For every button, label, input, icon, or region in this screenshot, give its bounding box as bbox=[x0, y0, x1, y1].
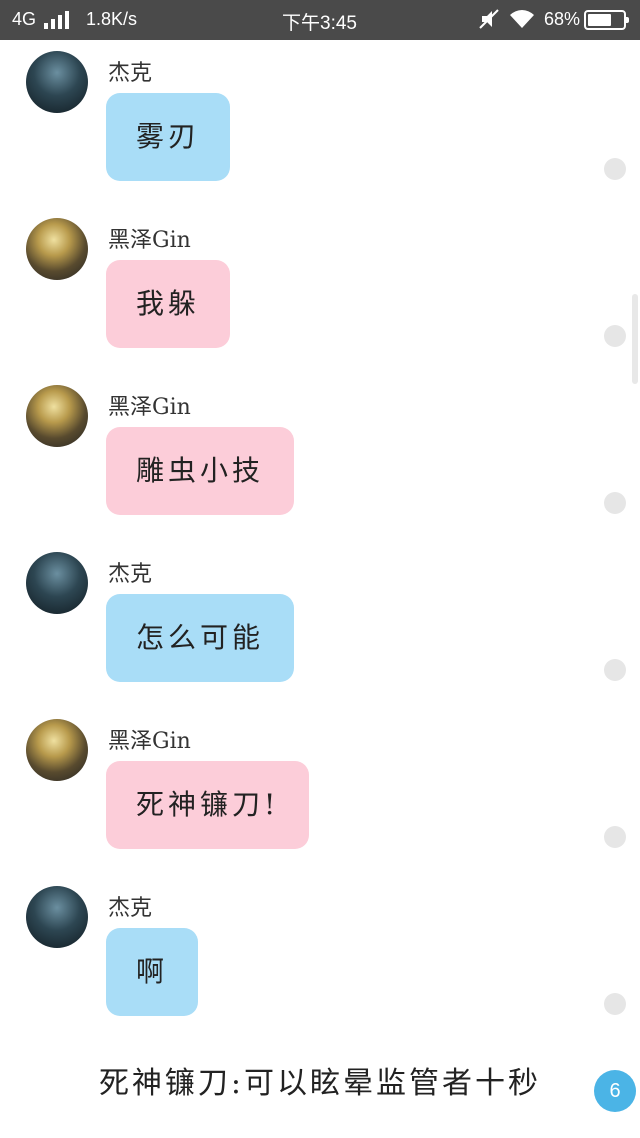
avatar[interactable] bbox=[26, 51, 88, 113]
battery-percent: 68% bbox=[544, 9, 581, 29]
avatar[interactable] bbox=[26, 886, 88, 948]
scrollbar[interactable] bbox=[632, 294, 638, 384]
avatar[interactable] bbox=[26, 218, 88, 280]
status-dot bbox=[604, 659, 626, 681]
avatar[interactable] bbox=[26, 552, 88, 614]
avatar[interactable] bbox=[26, 719, 88, 781]
message-bubble[interactable]: 死神镰刀! bbox=[106, 761, 310, 849]
status-dot bbox=[604, 158, 626, 180]
page-number-badge[interactable]: 6 bbox=[594, 1070, 636, 1112]
chat-message: 杰克 雾刃 bbox=[0, 51, 640, 191]
mute-icon bbox=[479, 9, 499, 29]
chat-message: 杰克 怎么可能 bbox=[0, 552, 640, 692]
sender-name: 黑泽Gin bbox=[108, 395, 191, 420]
battery-fill bbox=[588, 14, 612, 26]
sender-name: 黑泽Gin bbox=[108, 228, 191, 253]
status-bar: 4G 1.8K/s 下午3:45 68% bbox=[0, 0, 640, 40]
chat-message: 黑泽Gin 我躲 bbox=[0, 218, 640, 358]
message-bubble[interactable]: 怎么可能 bbox=[106, 594, 295, 682]
wifi-icon bbox=[510, 10, 534, 28]
sender-name: 杰克 bbox=[108, 562, 153, 587]
clock: 下午3:45 bbox=[282, 13, 357, 34]
caption-text: 死神镰刀:可以眩晕监管者十秒 bbox=[98, 1066, 542, 1101]
sender-name: 杰克 bbox=[108, 61, 153, 86]
battery-cap bbox=[626, 17, 629, 23]
message-bubble[interactable]: 啊 bbox=[106, 928, 199, 1016]
avatar[interactable] bbox=[26, 385, 88, 447]
message-bubble[interactable]: 雾刃 bbox=[106, 93, 231, 181]
status-dot bbox=[604, 492, 626, 514]
status-dot bbox=[604, 826, 626, 848]
message-bubble[interactable]: 雕虫小技 bbox=[106, 427, 295, 515]
battery-icon bbox=[584, 10, 629, 30]
sender-name: 杰克 bbox=[108, 896, 153, 921]
chat-message: 黑泽Gin 死神镰刀! bbox=[0, 719, 640, 859]
signal-icon bbox=[44, 11, 76, 29]
chat-message: 黑泽Gin 雕虫小技 bbox=[0, 385, 640, 525]
status-dot bbox=[604, 325, 626, 347]
network-type: 4G bbox=[12, 9, 37, 29]
sender-name: 黑泽Gin bbox=[108, 729, 191, 754]
chat-message: 杰克 啊 bbox=[0, 886, 640, 1026]
message-bubble[interactable]: 我躲 bbox=[106, 260, 231, 348]
status-dot bbox=[604, 993, 626, 1015]
network-speed: 1.8K/s bbox=[86, 9, 138, 29]
